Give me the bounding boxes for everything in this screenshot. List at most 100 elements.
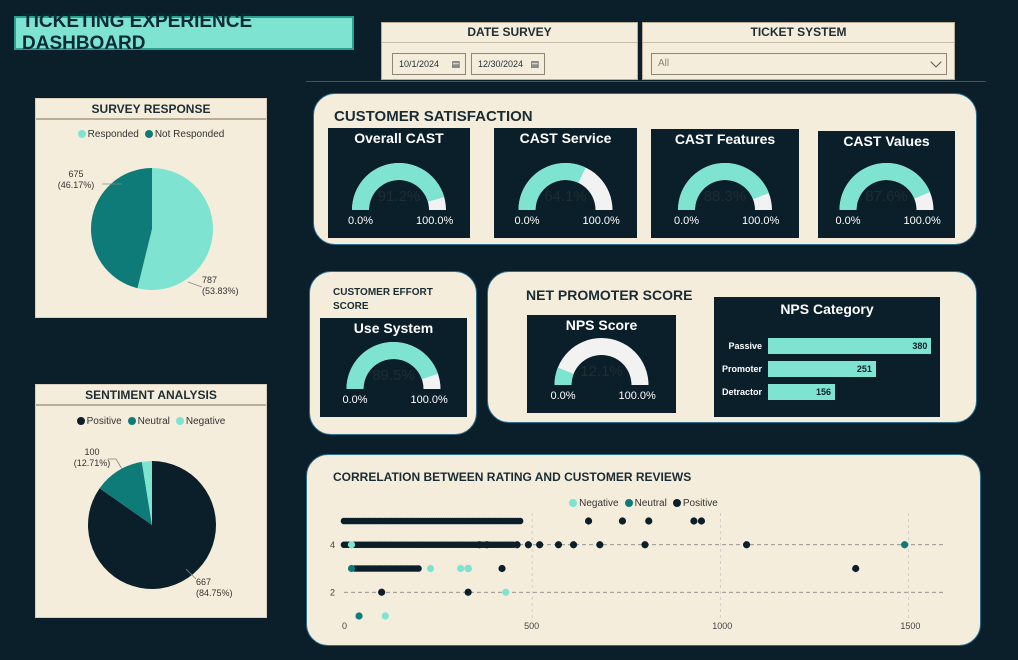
neutral-pct: (12.71%) xyxy=(73,458,111,468)
end-date-input[interactable]: 12/30/2024 ▤ xyxy=(471,53,545,75)
legend-negative[interactable]: Negative xyxy=(175,416,226,427)
positive-value: 667 xyxy=(196,577,212,587)
gauge-value: 64.1% xyxy=(544,188,587,205)
label-leader xyxy=(187,281,203,288)
pie-slices xyxy=(91,168,213,290)
survey-response-panel: SURVEY RESPONSE Responded Not Responded … xyxy=(35,98,267,318)
gauge-nps-score[interactable]: NPS Score 12.1% 0.0% 100.0% xyxy=(527,315,676,413)
not-responded-value: 675 xyxy=(68,169,84,179)
gauge-cast-features[interactable]: CAST Features 88.3% 0.0% 100.0% xyxy=(651,129,799,238)
pie-slices xyxy=(87,461,216,589)
gauge-max: 100.0% xyxy=(416,215,454,227)
scatter-point-positive[interactable] xyxy=(596,541,604,549)
scatter-point-positive[interactable] xyxy=(378,588,386,596)
not-responded-pct: (46.17%) xyxy=(57,180,95,190)
legend-label: Neutral xyxy=(137,416,170,427)
y-tick-label: 4 xyxy=(330,540,335,550)
y-tick-label: 2 xyxy=(330,587,335,597)
legend-label: Positive xyxy=(86,416,122,427)
gauge-min: 0.0% xyxy=(348,215,374,227)
not-responded-data-label: 675 (46.17%) xyxy=(56,169,96,191)
nps-title: NET PROMOTER SCORE xyxy=(526,287,693,303)
ticket-system-select[interactable]: All xyxy=(651,53,947,75)
scatter-point-neutral[interactable] xyxy=(355,612,363,620)
date-survey-filter: DATE SURVEY 10/1/2024 ▤ 12/30/2024 ▤ xyxy=(381,22,638,80)
nps-category-card[interactable]: NPS Category Passive 380 Promoter 251 Detrac… xyxy=(714,297,940,417)
legend-dot xyxy=(127,417,136,425)
scatter-point-positive[interactable] xyxy=(618,517,627,525)
scatter-point-positive[interactable] xyxy=(641,541,649,549)
positive-data-label: 667 (84.75%) xyxy=(196,577,244,599)
gauge-value: 91.2% xyxy=(377,188,421,205)
correlation-scatter-chart[interactable]: 2 4 0 500 1000 1500 xyxy=(306,500,981,640)
gauge-cast-values[interactable]: CAST Values 87.6% 0.0% 100.0% xyxy=(818,131,955,238)
csat-title: CUSTOMER SATISFACTION xyxy=(334,108,533,125)
scatter-point-positive[interactable] xyxy=(584,517,593,525)
legend-label: Negative xyxy=(185,416,226,427)
positive-pct: (84.75%) xyxy=(196,588,233,598)
legend-dot xyxy=(77,130,86,138)
scatter-point-negative[interactable] xyxy=(426,564,435,573)
legend-neutral[interactable]: Neutral xyxy=(127,416,170,427)
category-value: 251 xyxy=(856,364,872,374)
scatter-point-positive[interactable] xyxy=(645,517,653,525)
scatter-point-neutral[interactable] xyxy=(347,564,356,573)
scatter-point-positive[interactable] xyxy=(498,564,506,573)
responded-value: 787 xyxy=(202,275,218,285)
scatter-point-positive[interactable] xyxy=(569,541,578,549)
category-value: 156 xyxy=(816,387,832,397)
scatter-point-negative[interactable] xyxy=(502,588,510,596)
label-leader xyxy=(115,458,123,470)
nps-category-title: NPS Category xyxy=(780,301,874,317)
ticket-system-value: All xyxy=(658,58,670,69)
legend-dot xyxy=(175,417,184,425)
responded-pct: (53.83%) xyxy=(202,286,239,296)
scatter-point-negative[interactable] xyxy=(347,541,356,549)
scatter-point-positive[interactable] xyxy=(516,517,524,525)
scatter-point-positive[interactable] xyxy=(536,541,544,549)
scatter-point-neutral[interactable] xyxy=(901,541,909,549)
scatter-point-positive[interactable] xyxy=(697,517,706,525)
ticket-system-label: TICKET SYSTEM xyxy=(643,23,954,43)
start-date-value: 10/1/2024 xyxy=(399,59,440,69)
scatter-point-positive[interactable] xyxy=(483,541,491,549)
gauge-value: 89.5% xyxy=(372,367,415,384)
sentiment-legend: Positive Neutral Negative xyxy=(36,416,266,427)
calendar-icon[interactable]: ▤ xyxy=(451,54,460,74)
scatter-point-positive[interactable] xyxy=(554,541,563,549)
x-tick-label: 500 xyxy=(524,621,539,631)
neutral-value: 100 xyxy=(84,447,100,457)
sentiment-title: SENTIMENT ANALYSIS xyxy=(36,385,266,406)
scatter-point-positive[interactable] xyxy=(475,541,484,549)
x-tick-label: 1000 xyxy=(712,621,732,631)
sentiment-panel: SENTIMENT ANALYSIS Positive Neutral Nega… xyxy=(35,384,267,618)
gauge-max: 100.0% xyxy=(618,390,656,402)
gauge-min: 0.0% xyxy=(674,215,700,227)
scatter-point-positive[interactable] xyxy=(464,588,472,596)
gauge-min: 0.0% xyxy=(550,390,576,402)
legend-positive[interactable]: Positive xyxy=(76,416,122,427)
scatter-point-positive[interactable] xyxy=(415,565,422,572)
legend-dot xyxy=(76,417,85,425)
gauge-min: 0.0% xyxy=(835,215,861,227)
end-date-value: 12/30/2024 xyxy=(478,59,524,69)
scatter-point-negative[interactable] xyxy=(457,564,465,573)
category-value: 380 xyxy=(912,341,928,351)
scatter-point-negative[interactable] xyxy=(381,612,389,620)
scatter-point-positive[interactable] xyxy=(742,541,751,549)
scatter-point-positive[interactable] xyxy=(852,564,860,573)
start-date-input[interactable]: 10/1/2024 ▤ xyxy=(392,53,466,75)
gauge-cast-service[interactable]: CAST Service 64.1% 0.0% 100.0% xyxy=(494,128,637,238)
scatter-point-negative[interactable] xyxy=(464,564,472,573)
scatter-point-positive[interactable] xyxy=(513,541,521,549)
dashboard-title: TICKETING EXPERIENCE DASHBOARD xyxy=(14,11,354,54)
legend-dot xyxy=(144,130,153,138)
scatter-point-positive[interactable] xyxy=(524,541,532,549)
gauge-overall-cast[interactable]: Overall CAST 91.2% 0.0% 100.0% xyxy=(328,128,470,238)
gauge-value: 12.1% xyxy=(580,363,623,380)
gauge-use-system[interactable]: Use System 89.5% 0.0% 100.0% xyxy=(320,318,467,417)
ticket-system-filter: TICKET SYSTEM All xyxy=(642,22,955,80)
calendar-icon[interactable]: ▤ xyxy=(530,54,539,74)
survey-response-title: SURVEY RESPONSE xyxy=(36,99,266,120)
scatter-point-positive[interactable] xyxy=(690,517,698,525)
